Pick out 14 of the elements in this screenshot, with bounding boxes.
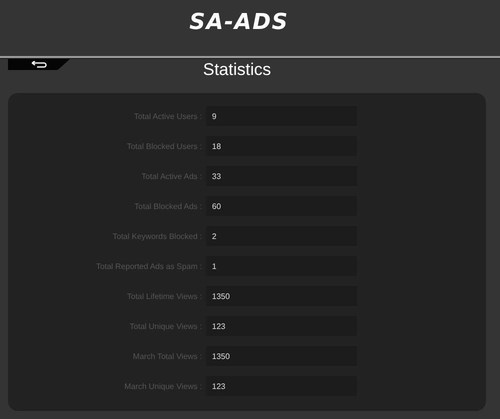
stat-field: 1350 — [206, 286, 357, 306]
stat-field: 1 — [206, 256, 357, 276]
stat-field: 9 — [206, 106, 357, 126]
stat-field: 123 — [206, 376, 357, 396]
page-title: Statistics — [203, 60, 272, 80]
back-button[interactable] — [8, 59, 70, 70]
stat-field: 60 — [206, 196, 357, 216]
stat-field: 33 — [206, 166, 357, 186]
stat-field: 18 — [206, 136, 357, 156]
stat-field: 123 — [206, 316, 357, 336]
stat-field: 1350 — [206, 346, 357, 366]
logo: SA-ADS — [189, 10, 289, 35]
stat-field: 2 — [206, 226, 357, 246]
back-arrow-icon — [29, 60, 49, 68]
